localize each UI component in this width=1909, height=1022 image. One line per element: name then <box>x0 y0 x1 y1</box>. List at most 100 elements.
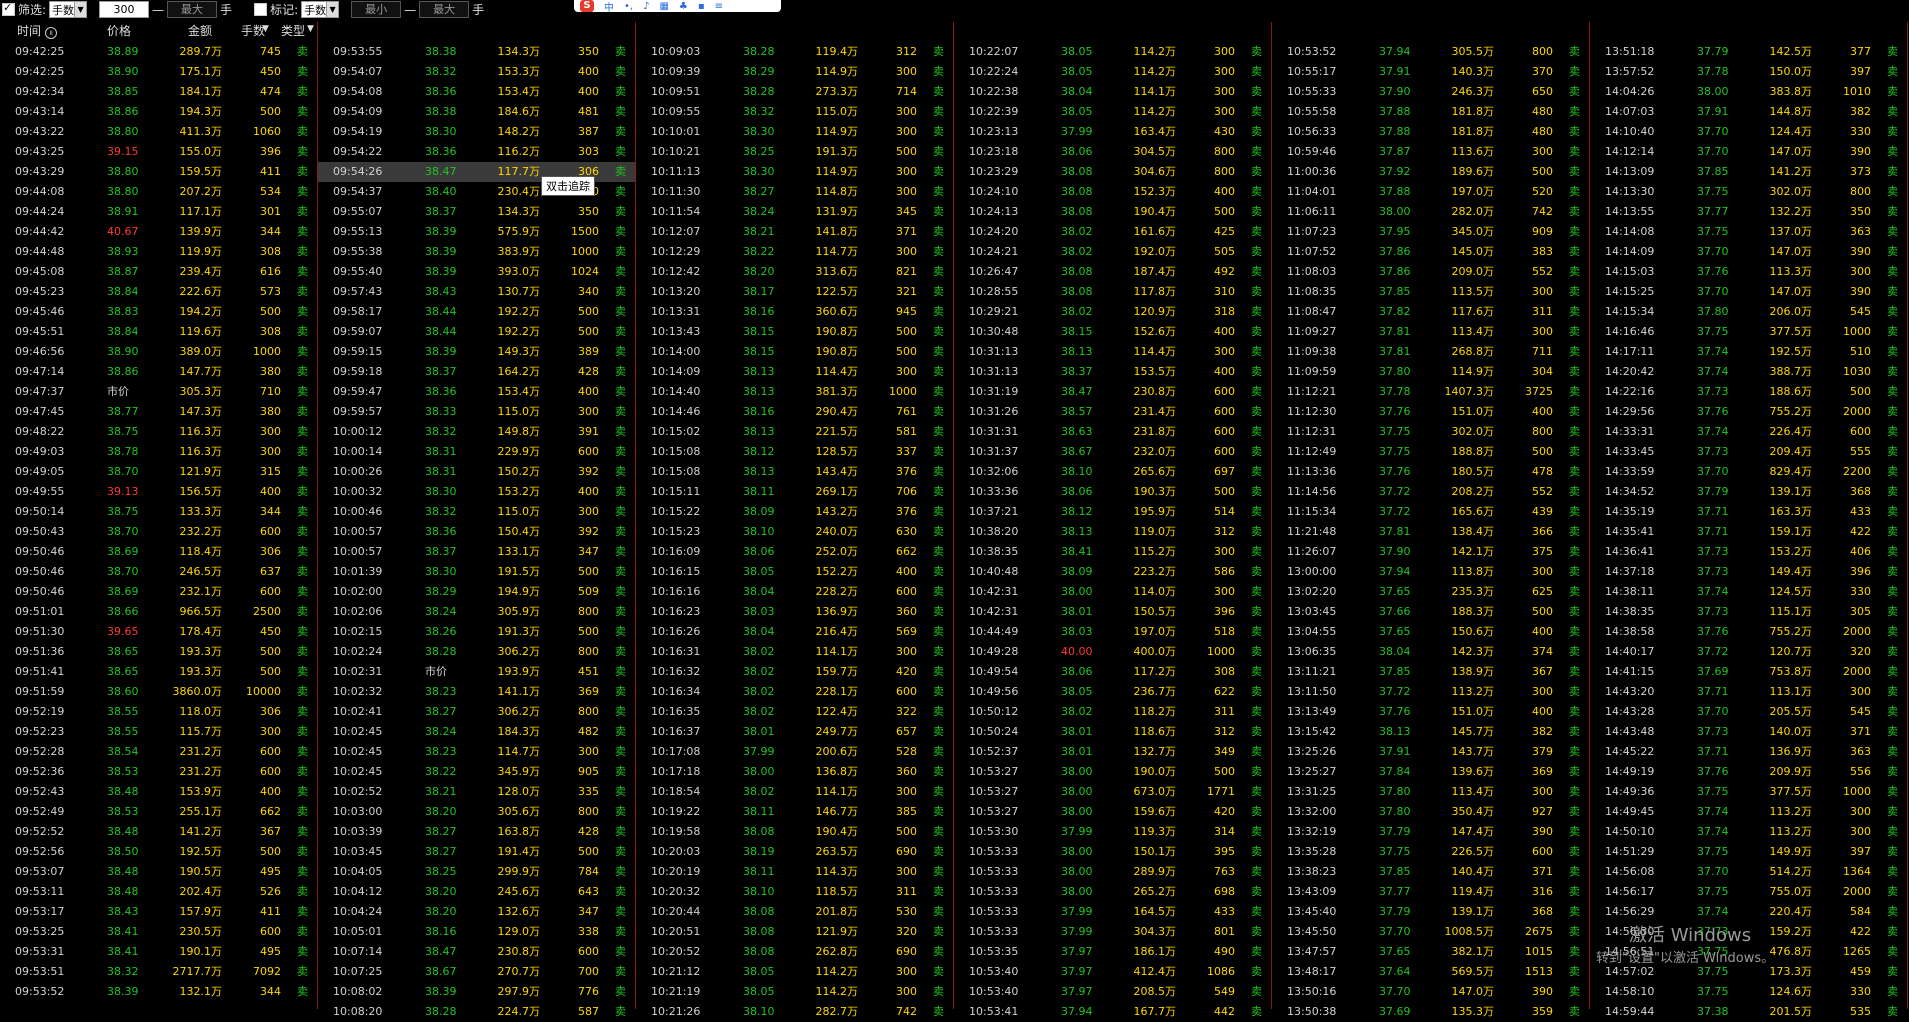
table-row[interactable]: 10:22:24 38.05 114.2万 300 卖 <box>954 62 1271 82</box>
table-row[interactable]: 09:53:55 38.38 134.3万 350 卖 <box>318 42 635 62</box>
table-row[interactable]: 11:14:56 37.72 208.2万 552 卖 <box>1272 482 1589 502</box>
table-row[interactable]: 09:44:24 38.91 117.1万 301 卖 <box>0 202 317 222</box>
table-row[interactable]: 10:02:00 38.29 194.9万 509 卖 <box>318 582 635 602</box>
mark-checkbox[interactable] <box>254 3 268 16</box>
table-row[interactable]: 09:59:57 38.33 115.0万 300 卖 <box>318 402 635 422</box>
table-row[interactable]: 11:12:21 37.78 1407.3万 3725 卖 <box>1272 382 1589 402</box>
filter-max-input[interactable]: 最大 <box>167 1 218 18</box>
table-row[interactable]: 09:51:36 38.65 193.3万 500 卖 <box>0 642 317 662</box>
table-row[interactable]: 10:26:47 38.08 187.4万 492 卖 <box>954 262 1271 282</box>
table-row[interactable]: 10:52:37 38.01 132.7万 349 卖 <box>954 742 1271 762</box>
table-row[interactable]: 10:15:08 38.13 143.4万 376 卖 <box>636 462 953 482</box>
table-row[interactable]: 09:43:22 38.80 411.3万 1060 卖 <box>0 122 317 142</box>
table-row[interactable]: 09:51:30 39.65 178.4万 450 卖 <box>0 622 317 642</box>
mark-max-input[interactable]: 最大 <box>419 1 470 18</box>
table-row[interactable]: 10:49:56 38.05 236.7万 622 卖 <box>954 682 1271 702</box>
table-row[interactable]: 10:32:06 38.10 265.6万 697 卖 <box>954 462 1271 482</box>
table-row[interactable]: 10:03:39 38.27 163.8万 428 卖 <box>318 822 635 842</box>
table-row[interactable]: 14:51:29 37.75 149.9万 397 卖 <box>1590 842 1907 862</box>
table-row[interactable]: 10:24:10 38.08 152.3万 400 卖 <box>954 182 1271 202</box>
table-row[interactable]: 10:12:42 38.20 313.6万 821 卖 <box>636 262 953 282</box>
table-row[interactable]: 11:12:49 37.75 188.8万 500 卖 <box>1272 442 1589 462</box>
table-row[interactable]: 09:54:19 38.30 148.2万 387 卖 <box>318 122 635 142</box>
table-row[interactable]: 10:33:36 38.06 190.3万 500 卖 <box>954 482 1271 502</box>
table-row[interactable]: 10:20:52 38.08 262.8万 690 卖 <box>636 942 953 962</box>
table-row[interactable]: 14:43:28 37.70 205.5万 545 卖 <box>1590 702 1907 722</box>
table-row[interactable]: 14:16:46 37.75 377.5万 1000 卖 <box>1590 322 1907 342</box>
table-row[interactable]: 14:38:35 37.73 115.1万 305 卖 <box>1590 602 1907 622</box>
table-row[interactable]: 14:43:20 37.71 113.1万 300 卖 <box>1590 682 1907 702</box>
table-row[interactable]: 14:10:40 37.70 124.4万 330 卖 <box>1590 122 1907 142</box>
table-row[interactable]: 13:45:50 37.70 1008.5万 2675 卖 <box>1272 922 1589 942</box>
table-row[interactable]: 10:00:32 38.30 153.2万 400 卖 <box>318 482 635 502</box>
table-row[interactable]: 09:54:22 38.36 116.2万 303 卖 <box>318 142 635 162</box>
table-row[interactable]: 09:52:52 38.48 141.2万 367 卖 <box>0 822 317 842</box>
table-row[interactable]: 10:23:13 37.99 163.4万 430 卖 <box>954 122 1271 142</box>
table-row[interactable]: 13:13:49 37.76 151.0万 400 卖 <box>1272 702 1589 722</box>
table-row[interactable]: 09:43:25 39.15 155.0万 396 卖 <box>0 142 317 162</box>
table-row[interactable]: 10:09:55 38.32 115.0万 300 卖 <box>636 102 953 122</box>
table-row[interactable]: 10:16:37 38.01 249.7万 657 卖 <box>636 722 953 742</box>
table-row[interactable]: 10:22:38 38.04 114.1万 300 卖 <box>954 82 1271 102</box>
table-row[interactable]: 11:12:31 37.75 302.0万 800 卖 <box>1272 422 1589 442</box>
table-row[interactable]: 10:07:14 38.47 230.8万 600 卖 <box>318 942 635 962</box>
table-row[interactable]: 14:35:19 37.71 163.3万 433 卖 <box>1590 502 1907 522</box>
table-row[interactable]: 10:00:14 38.31 229.9万 600 卖 <box>318 442 635 462</box>
table-row[interactable]: 11:21:48 37.81 138.4万 366 卖 <box>1272 522 1589 542</box>
table-row[interactable]: 14:58:10 37.75 124.6万 330 卖 <box>1590 982 1907 1002</box>
table-row[interactable]: 10:15:08 38.12 128.5万 337 卖 <box>636 442 953 462</box>
table-row[interactable]: 14:49:45 37.74 113.2万 300 卖 <box>1590 802 1907 822</box>
table-row[interactable]: 09:53:17 38.43 157.9万 411 卖 <box>0 902 317 922</box>
table-row[interactable]: 10:07:25 38.67 270.7万 700 卖 <box>318 962 635 982</box>
table-row[interactable]: 10:12:07 38.21 141.8万 371 卖 <box>636 222 953 242</box>
table-row[interactable]: 10:31:13 38.13 114.4万 300 卖 <box>954 342 1271 362</box>
table-row[interactable]: 11:09:27 37.81 113.4万 300 卖 <box>1272 322 1589 342</box>
table-row[interactable]: 13:03:45 37.66 188.3万 500 卖 <box>1272 602 1589 622</box>
table-row[interactable]: 10:37:21 38.12 195.9万 514 卖 <box>954 502 1271 522</box>
table-row[interactable]: 09:52:56 38.50 192.5万 500 卖 <box>0 842 317 862</box>
table-row[interactable]: 10:02:31 市价 193.9万 451 卖 <box>318 662 635 682</box>
table-row[interactable]: 10:13:20 38.17 122.5万 321 卖 <box>636 282 953 302</box>
table-row[interactable]: 11:07:52 37.86 145.0万 383 卖 <box>1272 242 1589 262</box>
table-row[interactable]: 13:47:57 37.65 382.1万 1015 卖 <box>1272 942 1589 962</box>
table-row[interactable]: 14:22:16 37.73 188.6万 500 卖 <box>1590 382 1907 402</box>
table-row[interactable]: 10:22:39 38.05 114.2万 300 卖 <box>954 102 1271 122</box>
table-row[interactable]: 09:49:03 38.78 116.3万 300 卖 <box>0 442 317 462</box>
table-row[interactable]: 14:20:42 37.74 388.7万 1030 卖 <box>1590 362 1907 382</box>
table-row[interactable]: 10:16:31 38.02 114.1万 300 卖 <box>636 642 953 662</box>
table-row[interactable]: 10:53:40 37.97 412.4万 1086 卖 <box>954 962 1271 982</box>
table-row[interactable]: 10:50:12 38.02 118.2万 311 卖 <box>954 702 1271 722</box>
mark-min-input[interactable]: 最小 <box>351 1 402 18</box>
table-row[interactable]: 09:52:28 38.54 231.2万 600 卖 <box>0 742 317 762</box>
table-row[interactable]: 14:15:03 37.76 113.3万 300 卖 <box>1590 262 1907 282</box>
table-row[interactable]: 11:08:03 37.86 209.0万 552 卖 <box>1272 262 1589 282</box>
table-row[interactable]: 13:00:00 37.94 113.8万 300 卖 <box>1272 562 1589 582</box>
table-row[interactable]: 11:13:36 37.76 180.5万 478 卖 <box>1272 462 1589 482</box>
table-row[interactable]: 10:16:32 38.02 159.7万 420 卖 <box>636 662 953 682</box>
table-row[interactable]: 09:49:55 39.13 156.5万 400 卖 <box>0 482 317 502</box>
table-row[interactable]: 10:02:45 38.22 345.9万 905 卖 <box>318 762 635 782</box>
table-row[interactable]: 09:52:36 38.53 231.2万 600 卖 <box>0 762 317 782</box>
table-row[interactable]: 09:53:52 38.39 132.1万 344 卖 <box>0 982 317 1002</box>
table-row[interactable]: 10:15:02 38.13 221.5万 581 卖 <box>636 422 953 442</box>
table-row[interactable]: 10:53:27 38.00 159.6万 420 卖 <box>954 802 1271 822</box>
table-row[interactable]: 14:04:26 38.00 383.8万 1010 卖 <box>1590 82 1907 102</box>
table-row[interactable]: 10:16:26 38.04 216.4万 569 卖 <box>636 622 953 642</box>
table-row[interactable]: 10:02:52 38.21 128.0万 335 卖 <box>318 782 635 802</box>
table-row[interactable]: 09:43:29 38.80 159.5万 411 卖 <box>0 162 317 182</box>
table-row[interactable]: 10:49:54 38.06 117.2万 308 卖 <box>954 662 1271 682</box>
table-row[interactable]: 10:00:57 38.37 133.1万 347 卖 <box>318 542 635 562</box>
punctuation-icon[interactable]: •, <box>624 1 633 12</box>
table-row[interactable]: 09:53:07 38.48 190.5万 495 卖 <box>0 862 317 882</box>
table-row[interactable]: 13:38:23 37.85 140.4万 371 卖 <box>1272 862 1589 882</box>
table-row[interactable]: 10:09:39 38.29 114.9万 300 卖 <box>636 62 953 82</box>
table-row[interactable]: 14:59:44 37.38 201.5万 535 卖 <box>1590 1002 1907 1022</box>
table-row[interactable]: 10:29:21 38.02 120.9万 318 卖 <box>954 302 1271 322</box>
table-row[interactable]: 10:55:33 37.90 246.3万 650 卖 <box>1272 82 1589 102</box>
table-row[interactable]: 10:38:20 38.13 119.0万 312 卖 <box>954 522 1271 542</box>
table-row[interactable]: 14:34:52 37.79 139.1万 368 卖 <box>1590 482 1907 502</box>
keyboard-icon[interactable]: ▦ <box>659 1 668 12</box>
table-row[interactable]: 10:14:09 38.13 114.4万 300 卖 <box>636 362 953 382</box>
table-row[interactable]: 09:54:09 38.38 184.6万 481 卖 <box>318 102 635 122</box>
table-row[interactable]: 11:09:38 37.81 268.8万 711 卖 <box>1272 342 1589 362</box>
